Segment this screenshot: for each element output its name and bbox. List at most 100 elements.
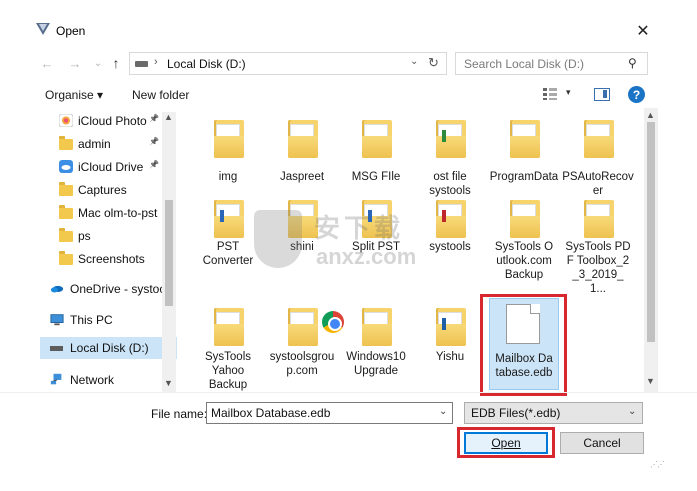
file-type-select[interactable]: EDB Files(*.edb) ⌄ bbox=[464, 402, 643, 424]
sidebar-item-label: iCloud Drive bbox=[78, 160, 144, 174]
folder-icon bbox=[362, 200, 392, 238]
folder-icon bbox=[59, 251, 73, 267]
address-dropdown-icon[interactable]: ⌄ bbox=[410, 56, 418, 67]
icloud-drive-icon bbox=[59, 160, 73, 173]
folder-icon bbox=[214, 200, 244, 238]
sidebar-item-screenshots[interactable]: Screenshots bbox=[40, 248, 177, 270]
open-button[interactable]: Open bbox=[464, 432, 548, 454]
sidebar-item-icloud-drive[interactable]: iCloud Drive 📌 bbox=[40, 156, 177, 178]
address-bar[interactable]: › Local Disk (D:) ⌄ ↻ bbox=[129, 52, 447, 75]
file-label: Yishu bbox=[435, 351, 465, 363]
new-folder-button[interactable]: New folder bbox=[132, 88, 189, 102]
breadcrumb-location[interactable]: Local Disk (D:) bbox=[167, 57, 246, 71]
organise-button[interactable]: Organise ▾ bbox=[45, 88, 103, 102]
forward-button[interactable]: → bbox=[66, 52, 84, 74]
cancel-button[interactable]: Cancel bbox=[560, 432, 644, 454]
file-label: PSAutoRecover bbox=[562, 171, 634, 197]
file-label: Split PST bbox=[352, 241, 400, 253]
back-arrow-icon: ← bbox=[40, 55, 54, 71]
scroll-down-icon[interactable]: ▼ bbox=[164, 378, 173, 388]
sidebar-item-ps[interactable]: ps bbox=[40, 225, 177, 247]
file-label: ost file systools bbox=[429, 171, 471, 197]
pc-icon bbox=[50, 314, 64, 326]
forward-arrow-icon: → bbox=[68, 55, 82, 71]
file-label: img bbox=[218, 171, 238, 183]
file-list-scrollbar[interactable]: ▲ ▼ bbox=[644, 108, 658, 392]
chevron-down-icon: ⌄ bbox=[628, 406, 637, 417]
file-name-input[interactable]: Mailbox Database.edb ⌄ bbox=[206, 402, 453, 424]
drive-icon bbox=[50, 346, 63, 351]
sidebar-item-onedrive[interactable]: OneDrive - systoo bbox=[40, 278, 177, 300]
scrollbar-thumb[interactable] bbox=[165, 200, 173, 306]
window-title: Open bbox=[56, 24, 86, 38]
sidebar-item-label: iCloud Photo bbox=[78, 114, 147, 128]
folder-icon bbox=[362, 120, 392, 158]
file-name-label: File name: bbox=[151, 407, 208, 421]
chevron-down-icon: ⌄ bbox=[93, 57, 103, 69]
up-arrow-icon: ↑ bbox=[112, 55, 120, 71]
sidebar-item-label: Captures bbox=[78, 183, 127, 197]
scroll-up-icon[interactable]: ▲ bbox=[164, 112, 173, 122]
sidebar-item-mac-olm-to-pst[interactable]: Mac olm-to-pst bbox=[40, 202, 177, 224]
sidebar-item-icloud-photos[interactable]: iCloud Photo 📌 bbox=[40, 110, 177, 132]
search-icon[interactable]: ⚲ bbox=[628, 56, 637, 70]
chevron-down-icon[interactable]: ⌄ bbox=[439, 406, 447, 417]
folder-icon bbox=[510, 200, 540, 238]
refresh-icon[interactable]: ↻ bbox=[428, 55, 439, 71]
help-icon[interactable]: ? bbox=[628, 86, 645, 103]
file-label: systools bbox=[429, 241, 471, 253]
sidebar-item-captures[interactable]: Captures bbox=[40, 179, 177, 201]
close-button[interactable]: ✕ bbox=[632, 20, 654, 42]
sidebar-item-label: admin bbox=[78, 137, 111, 151]
resize-grip-icon[interactable]: ⋰⋰ bbox=[650, 460, 665, 469]
view-dropdown-icon[interactable]: ▾ bbox=[566, 87, 571, 98]
search-input[interactable]: Search Local Disk (D:) ⚲ bbox=[455, 52, 648, 75]
file-type-value: EDB Files(*.edb) bbox=[471, 406, 561, 420]
sidebar-item-label: ps bbox=[78, 229, 91, 243]
breadcrumb-chevron-icon: › bbox=[154, 56, 158, 68]
file-list: img Jaspreet MSG FIle ost file systools … bbox=[184, 108, 644, 392]
sidebar-item-admin[interactable]: admin 📌 bbox=[40, 133, 177, 155]
title-bar: Open ✕ bbox=[0, 0, 697, 42]
view-options-icon[interactable] bbox=[543, 88, 557, 100]
folder-icon bbox=[362, 308, 392, 346]
file-label: Windows10 Upgrade bbox=[346, 351, 406, 377]
drive-icon bbox=[135, 61, 148, 67]
navigation-pane: iCloud Photo 📌 admin 📌 iCloud Drive 📌 Ca… bbox=[40, 108, 177, 392]
sidebar-scrollbar[interactable]: ▲ ▼ bbox=[162, 112, 176, 392]
recent-locations-button[interactable]: ⌄ bbox=[89, 52, 107, 74]
scroll-up-icon[interactable]: ▲ bbox=[646, 110, 655, 120]
preview-pane-icon[interactable] bbox=[594, 88, 610, 101]
file-label: SysTools Yahoo Backup bbox=[204, 351, 252, 391]
file-label: SysTools Outlook.com Backup bbox=[494, 241, 554, 281]
file-name-value: Mailbox Database.edb bbox=[211, 406, 331, 420]
pin-icon[interactable]: 📌 bbox=[149, 137, 159, 146]
file-label: Jaspreet bbox=[279, 171, 325, 183]
sidebar-item-label: This PC bbox=[70, 313, 113, 327]
folder-icon bbox=[288, 200, 318, 238]
back-button[interactable]: ← bbox=[38, 52, 56, 74]
divider bbox=[0, 392, 697, 393]
close-icon: ✕ bbox=[636, 23, 650, 40]
folder-icon bbox=[59, 182, 73, 198]
folder-icon bbox=[436, 120, 466, 158]
up-button[interactable]: ↑ bbox=[107, 52, 125, 74]
file-label: SysTools PDF Toolbox_2_3_2019_1... bbox=[565, 241, 631, 295]
folder-icon bbox=[288, 308, 344, 346]
folder-icon bbox=[584, 200, 614, 238]
sidebar-item-label: Network bbox=[70, 373, 115, 387]
pin-icon[interactable]: 📌 bbox=[149, 114, 159, 123]
sidebar-item-label: OneDrive - systoo bbox=[70, 282, 167, 296]
scroll-down-icon[interactable]: ▼ bbox=[646, 376, 655, 386]
file-label: PST Converter bbox=[202, 241, 254, 267]
pin-icon[interactable]: 📌 bbox=[149, 160, 159, 169]
scrollbar-thumb[interactable] bbox=[647, 122, 655, 342]
sidebar-item-network[interactable]: Network bbox=[40, 369, 177, 391]
sidebar-item-local-disk[interactable]: Local Disk (D:) bbox=[40, 337, 177, 359]
file-label: systoolsgroup.com bbox=[269, 351, 335, 377]
sidebar-item-label: Mac olm-to-pst bbox=[78, 206, 158, 220]
sidebar-item-label: Local Disk (D:) bbox=[70, 341, 149, 355]
sidebar-item-this-pc[interactable]: This PC bbox=[40, 309, 177, 331]
app-icon bbox=[36, 23, 50, 35]
folder-icon bbox=[214, 308, 244, 346]
